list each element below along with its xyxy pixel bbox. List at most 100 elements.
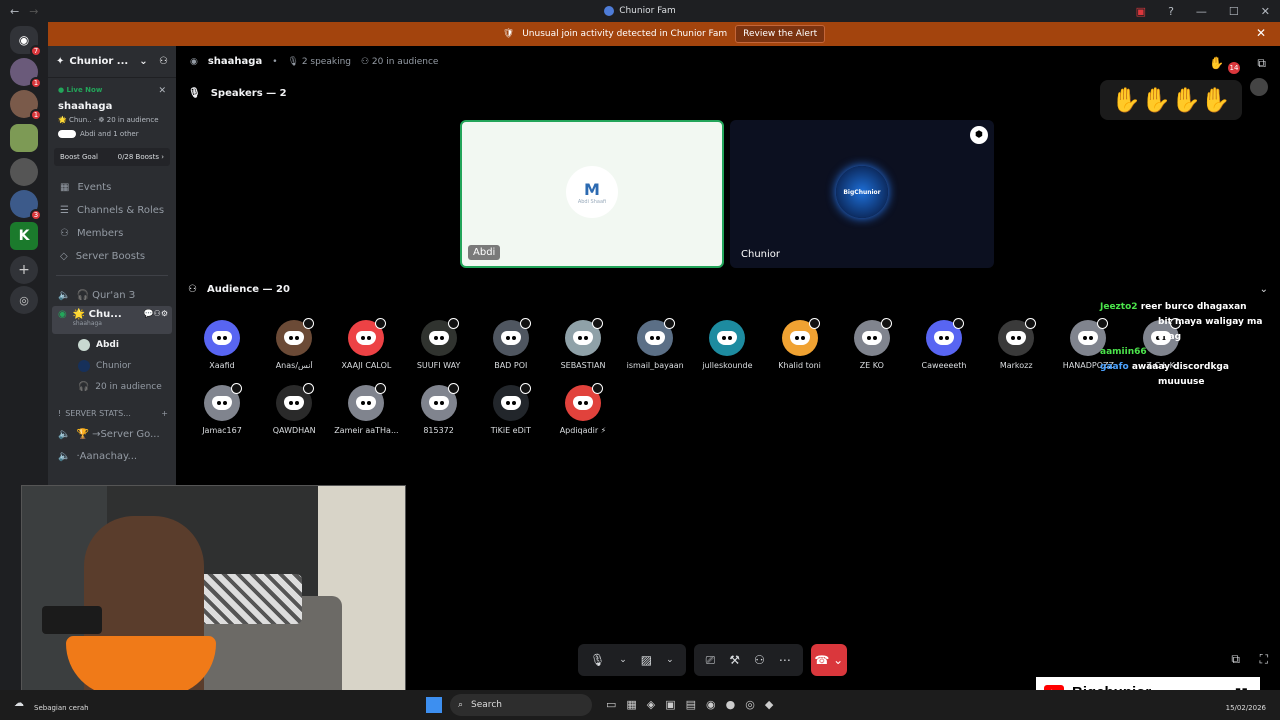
server-name: Chunior ...: [69, 56, 129, 67]
avatar: [78, 359, 90, 372]
audience-member[interactable]: QAWDHAN: [258, 383, 330, 435]
audience-name: ZE KO: [859, 361, 884, 370]
avatar: [637, 318, 676, 356]
direct-messages-icon[interactable]: ◉ 7: [10, 26, 42, 57]
avatar: [492, 383, 531, 421]
raise-hand-icon[interactable]: ✋ 14: [1209, 56, 1240, 74]
server-icon-5[interactable]: 3: [10, 190, 42, 221]
stage-topic: shaahaga: [207, 56, 263, 67]
inbox-icon[interactable]: ▣: [1136, 5, 1146, 18]
stage-audience-count[interactable]: 🎧 20 in audience: [48, 376, 176, 397]
channel-stats-2[interactable]: 🔈 ·Aanachay...: [48, 445, 176, 467]
nav-server-boosts[interactable]: ◇ Server Boosts: [48, 245, 176, 268]
threads-icon[interactable]: ⧉: [1257, 56, 1266, 71]
speaker-tile-abdi[interactable]: M Abdi Shaafi Abdi: [460, 120, 724, 268]
audience-name: TiKiE eDiT: [490, 426, 531, 435]
channel-quran[interactable]: 🔈 🎧 Qur'an З: [48, 284, 176, 306]
muted-icon: [375, 318, 387, 329]
video-off-icon[interactable]: ▨: [641, 653, 652, 667]
boost-goal[interactable]: Boost Goal 0/28 Boosts ›: [54, 148, 170, 166]
stage-user-chunior[interactable]: Chunior: [48, 355, 176, 376]
pillows: [192, 574, 302, 624]
close-icon[interactable]: ✕: [1256, 26, 1266, 40]
close-icon[interactable]: ✕: [158, 86, 166, 96]
audience-member[interactable]: Apdiqadir ⚡: [547, 383, 619, 435]
audience-member[interactable]: Xaafid: [186, 320, 258, 370]
stage-user-abdi[interactable]: Abdi: [48, 334, 176, 355]
audience-name: SEBASTIAN: [560, 361, 606, 370]
audience-member[interactable]: 815372: [403, 383, 475, 435]
chevron-down-icon[interactable]: ⌄: [619, 655, 627, 665]
raised-hands-overlay: ✋✋✋✋: [1100, 80, 1242, 120]
taskbar-search[interactable]: ⌕ Search: [450, 694, 592, 716]
server-icon-4[interactable]: [10, 158, 38, 186]
speakers-title: 🎙 Speakers — 2: [188, 88, 287, 99]
maximize-button[interactable]: ☐: [1229, 5, 1239, 18]
help-icon[interactable]: ?: [1168, 5, 1174, 18]
calendar-icon: ▦: [60, 182, 70, 193]
channel-stage-active[interactable]: ◉ 🌟 Chu... shaahaga 💬⚇⚙: [52, 306, 172, 334]
live-now-card[interactable]: ● Live Now ✕ shaahaga 🌟 Chun.. · ☸ 20 in…: [54, 82, 170, 142]
audience-member[interactable]: ismail_bayaan: [619, 318, 691, 370]
nav-channels-roles[interactable]: ☰ Channels & Roles: [48, 199, 176, 222]
channel-settings-icons[interactable]: 💬⚇⚙: [144, 309, 168, 318]
audience-member[interactable]: Caweeeeth: [908, 318, 980, 370]
chevron-down-icon[interactable]: ⌄: [1260, 284, 1268, 295]
speaker-tile-chunior[interactable]: BigChunior ⬢ Chunior: [730, 120, 994, 268]
minimize-button[interactable]: —: [1196, 5, 1207, 18]
server-icon-6[interactable]: K: [10, 222, 38, 250]
audience-member[interactable]: XAAJI CALOL: [330, 318, 402, 370]
nav-members[interactable]: ⚇ Members: [48, 222, 176, 245]
muted-icon: [519, 383, 531, 394]
taskbar-app-icons[interactable]: ▭▦◈▣▤◉●◎◆: [606, 698, 783, 711]
discord-logo-icon: [212, 396, 232, 410]
server-header[interactable]: ✦ Chunior ... ⌄ ⚇: [48, 46, 176, 78]
discover-icon[interactable]: ◎: [10, 286, 38, 314]
activity-icon[interactable]: ⚒: [729, 653, 740, 667]
audience-member[interactable]: Jamac167: [186, 383, 258, 435]
audience-member[interactable]: SUUFI WAY: [403, 318, 475, 370]
move-to-audience-icon[interactable]: ⚇: [754, 653, 765, 667]
chevron-down-icon[interactable]: ⌄: [666, 655, 674, 665]
category-server-stats[interactable]: ! SERVER STATS... +: [48, 403, 176, 423]
server-icon-1[interactable]: 1: [10, 58, 42, 89]
nav-events[interactable]: ▦ Events: [48, 176, 176, 199]
screen-share-icon[interactable]: ⎚: [706, 653, 716, 668]
channel-server-goal[interactable]: 🔈 🏆 →Server Go...: [48, 423, 176, 445]
audience-member[interactable]: ZE KO: [836, 318, 908, 370]
alert-banner: 🛡 Unusual join activity detected in Chun…: [48, 22, 1280, 46]
pin-icon[interactable]: ⬢: [970, 126, 988, 144]
fullscreen-icon[interactable]: ⛶: [1260, 652, 1268, 667]
speaker-icon: 🔈: [58, 450, 71, 462]
review-alert-button[interactable]: Review the Alert: [735, 25, 826, 43]
audience-member[interactable]: SEBASTIAN: [547, 318, 619, 370]
close-button[interactable]: ✕: [1261, 5, 1270, 18]
add-server-icon[interactable]: +: [10, 256, 38, 284]
audience-member[interactable]: Zameir aaTHa...: [330, 383, 402, 435]
popout-icon[interactable]: ⧉: [1231, 652, 1240, 667]
live-stage-title: shaahaga: [58, 101, 113, 112]
stage-icon: ◉: [190, 56, 198, 67]
server-icon-2[interactable]: 1: [10, 90, 42, 121]
abdi-logo: M Abdi Shaafi: [566, 166, 618, 218]
windows-start-icon[interactable]: [426, 697, 442, 713]
audience-member[interactable]: BAD POI: [475, 318, 547, 370]
avatar[interactable]: [1250, 78, 1268, 96]
speaking-count: 🎙 2 speaking: [287, 56, 351, 67]
weather-icon: ☁: [14, 698, 24, 709]
audience-member[interactable]: Anas/أنس: [258, 318, 330, 370]
audience-member[interactable]: julleskounde: [691, 320, 763, 370]
audience-name: BAD POI: [494, 361, 528, 370]
audience-member[interactable]: Khalid toni: [764, 318, 836, 370]
invite-people-icon[interactable]: ⚇: [159, 56, 168, 67]
add-channel-icon[interactable]: +: [161, 409, 168, 418]
microphone-icon[interactable]: 🎙: [590, 653, 605, 667]
boost-progress-text: 0/28 Boosts ›: [117, 153, 164, 161]
leave-stage-button[interactable]: ☎ ⌄: [810, 644, 847, 676]
audience-member[interactable]: Markozz: [980, 318, 1052, 370]
more-options-icon[interactable]: ⋯: [779, 653, 791, 667]
audience-member[interactable]: TiKiE eDiT: [475, 383, 547, 435]
audience-name: julleskounde: [702, 361, 753, 370]
server-icon-3[interactable]: [10, 124, 38, 152]
audience-name: Jamac167: [202, 426, 242, 435]
